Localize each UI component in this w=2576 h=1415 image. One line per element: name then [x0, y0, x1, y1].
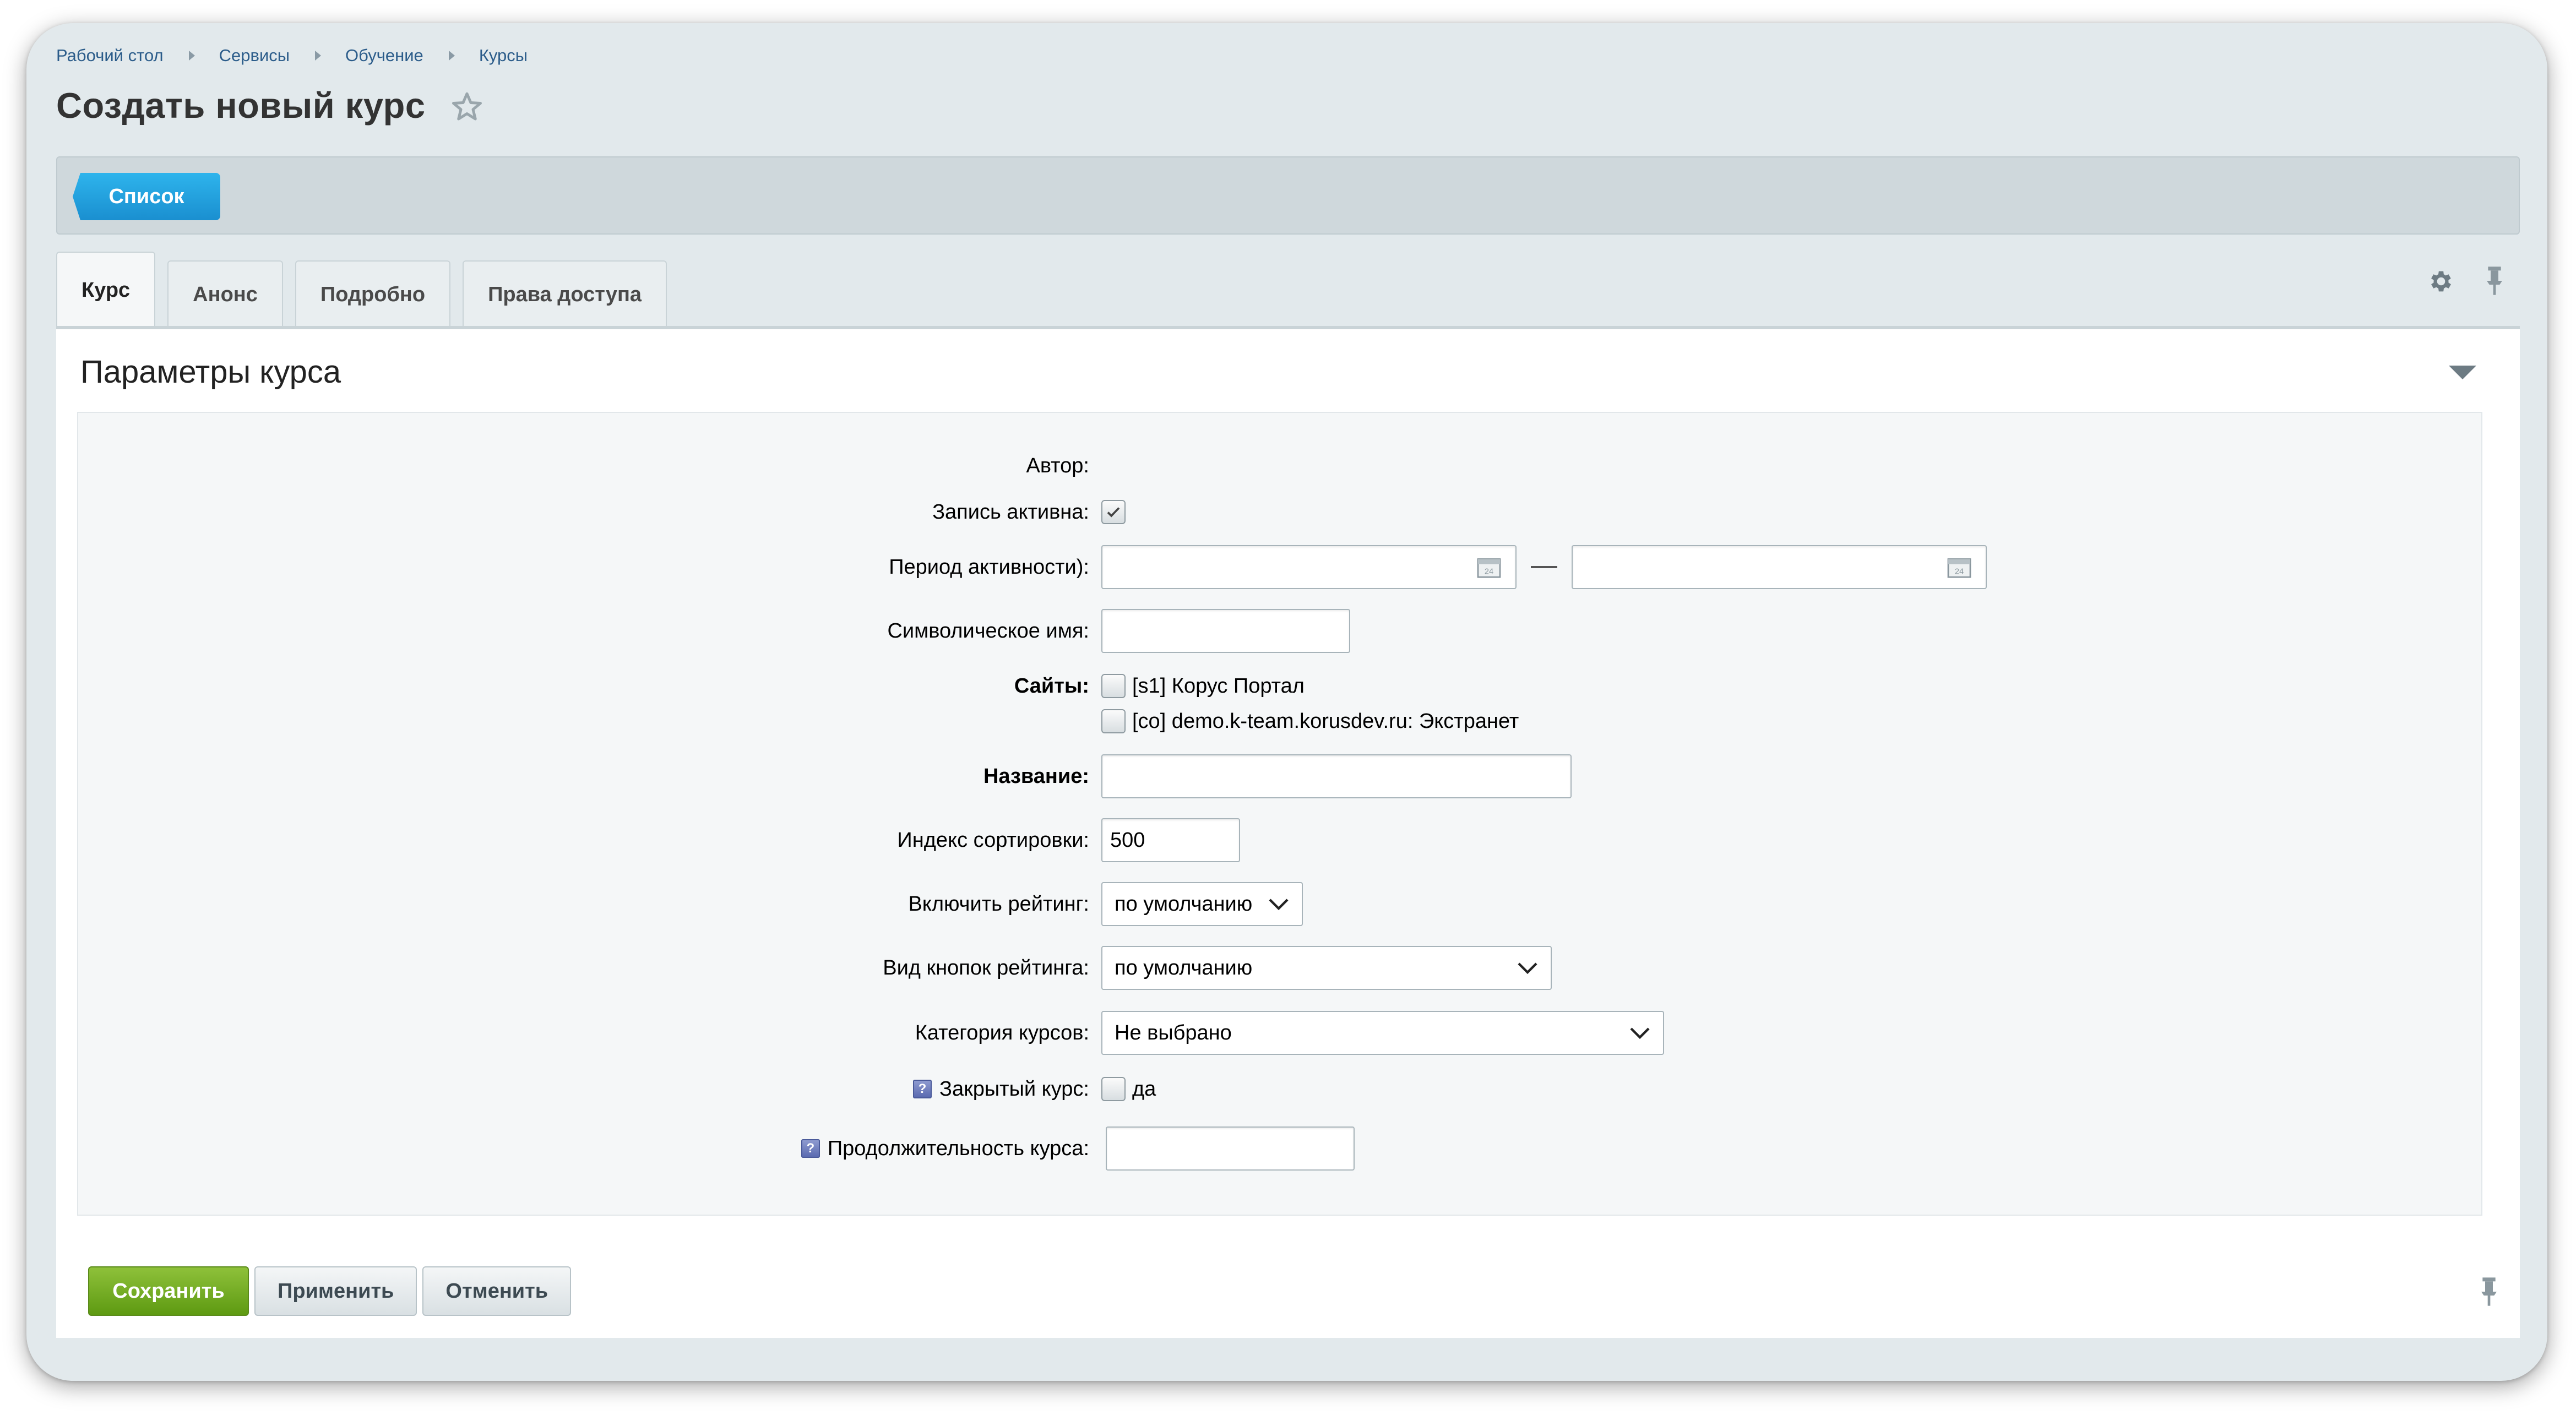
period-row: Период активности): 24 24	[78, 545, 2481, 589]
closed-checkbox[interactable]	[1101, 1077, 1126, 1101]
breadcrumb-separator-icon	[188, 51, 195, 61]
category-label: Категория курсов:	[915, 1021, 1089, 1044]
code-row: Символическое имя:	[78, 609, 2481, 653]
pin-icon[interactable]	[2483, 265, 2506, 296]
sort-label: Индекс сортировки:	[897, 828, 1089, 852]
pin-icon[interactable]	[2478, 1276, 2500, 1307]
duration-label: Продолжительность курса:	[827, 1136, 1089, 1160]
name-label: Название:	[983, 764, 1089, 788]
form-area: Автор: Запись активна: Период активности…	[77, 412, 2482, 1216]
breadcrumb-item-services[interactable]: Сервисы	[219, 46, 290, 66]
rating-label: Включить рейтинг:	[908, 892, 1089, 916]
app-window: Рабочий стол Сервисы Обучение Курсы Созд…	[26, 23, 2547, 1381]
save-button[interactable]: Сохранить	[88, 1266, 249, 1316]
help-icon[interactable]: ?	[801, 1139, 820, 1158]
sort-input[interactable]	[1101, 818, 1240, 862]
tab-course[interactable]: Курс	[56, 252, 156, 328]
author-row: Автор:	[78, 444, 2481, 488]
course-parameters-panel: Параметры курса Автор: Запись активна: П…	[56, 326, 2520, 1338]
breadcrumb-item-desktop[interactable]: Рабочий стол	[56, 46, 164, 66]
tab-access-rights[interactable]: Права доступа	[463, 260, 667, 328]
apply-button[interactable]: Применить	[254, 1266, 417, 1316]
closed-label-wrap: ? Закрытый курс:	[913, 1077, 1089, 1101]
tab-details[interactable]: Подробно	[295, 260, 451, 328]
sites-label: Сайты:	[1014, 674, 1089, 698]
star-icon[interactable]	[450, 90, 483, 123]
active-row: Запись активна:	[78, 490, 2481, 534]
code-input[interactable]	[1101, 609, 1350, 653]
calendar-icon[interactable]: 24	[1477, 556, 1501, 578]
sort-row: Индекс сортировки:	[78, 818, 2481, 862]
breadcrumb-item-learning[interactable]: Обучение	[345, 46, 423, 66]
breadcrumb-separator-icon	[315, 51, 322, 61]
breadcrumb-item-courses[interactable]: Курсы	[479, 46, 528, 66]
tab-bar: Курс Анонс Подробно Права доступа	[56, 252, 679, 328]
closed-option-label: да	[1132, 1077, 1156, 1101]
site-co-checkbox[interactable]	[1101, 709, 1126, 733]
chevron-down-icon	[1630, 1027, 1650, 1040]
gear-icon[interactable]	[2427, 268, 2455, 295]
checkmark-icon	[1107, 507, 1120, 518]
duration-label-wrap: ? Продолжительность курса:	[801, 1137, 1089, 1161]
breadcrumb-separator-icon	[448, 51, 455, 61]
duration-row: ? Продолжительность курса:	[78, 1126, 2481, 1171]
help-icon[interactable]: ?	[913, 1080, 932, 1098]
sites-row-2: [co] demo.k-team.korusdev.ru: Экстранет	[78, 699, 2481, 743]
toolbar: Список	[56, 156, 2520, 235]
svg-text:24: 24	[1485, 568, 1493, 576]
site-s1-label: [s1] Корус Портал	[1132, 674, 1305, 698]
site-s1-checkbox[interactable]	[1101, 674, 1126, 698]
form-actions: Сохранить Применить Отменить	[88, 1266, 577, 1316]
collapse-arrow-icon[interactable]	[2449, 366, 2476, 379]
closed-label: Закрытый курс:	[939, 1077, 1089, 1101]
name-input[interactable]	[1101, 754, 1572, 798]
period-dash	[1531, 566, 1557, 568]
page-title: Создать новый курс	[56, 85, 426, 126]
rating-type-select-value: по умолчанию	[1115, 956, 1253, 979]
active-checkbox[interactable]	[1101, 500, 1126, 524]
author-label: Автор:	[1026, 454, 1089, 477]
list-button[interactable]: Список	[73, 173, 220, 220]
closed-row: ? Закрытый курс: да	[78, 1067, 2481, 1111]
svg-text:24: 24	[1955, 568, 1964, 576]
calendar-icon[interactable]: 24	[1947, 556, 1971, 578]
rating-type-label: Вид кнопок рейтинга:	[883, 956, 1089, 979]
category-select[interactable]: Не выбрано	[1101, 1011, 1664, 1055]
category-row: Категория курсов: Не выбрано	[78, 1011, 2481, 1055]
breadcrumb: Рабочий стол Сервисы Обучение Курсы	[56, 42, 528, 69]
code-label: Символическое имя:	[887, 619, 1089, 643]
chevron-down-icon	[1518, 962, 1537, 975]
rating-row: Включить рейтинг: по умолчанию	[78, 882, 2481, 926]
period-label: Период активности):	[889, 555, 1089, 579]
category-select-value: Не выбрано	[1115, 1021, 1232, 1044]
rating-type-row: Вид кнопок рейтинга: по умолчанию	[78, 946, 2481, 990]
duration-input[interactable]	[1106, 1126, 1355, 1171]
period-from-input[interactable]	[1101, 545, 1517, 589]
rating-select[interactable]: по умолчанию	[1101, 882, 1303, 926]
cancel-button[interactable]: Отменить	[422, 1266, 572, 1316]
rating-select-value: по умолчанию	[1115, 892, 1253, 916]
active-label: Запись активна:	[932, 500, 1089, 524]
chevron-down-icon	[1269, 899, 1289, 911]
period-to-input[interactable]	[1572, 545, 1987, 589]
tab-announcement[interactable]: Анонс	[167, 260, 283, 328]
rating-type-select[interactable]: по умолчанию	[1101, 946, 1552, 990]
site-co-label: [co] demo.k-team.korusdev.ru: Экстранет	[1132, 709, 1519, 733]
name-row: Название:	[78, 754, 2481, 798]
section-title: Параметры курса	[80, 354, 341, 390]
